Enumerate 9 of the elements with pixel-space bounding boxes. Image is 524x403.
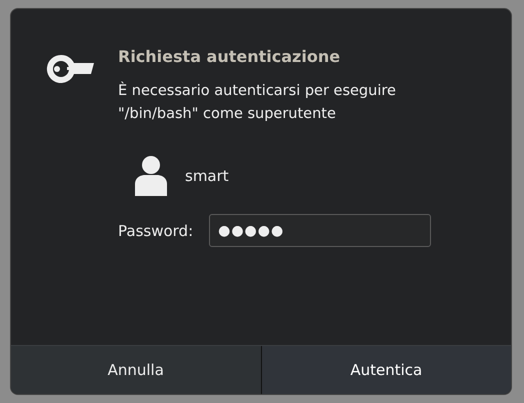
cancel-button[interactable]: Annulla (11, 346, 260, 394)
key-icon (45, 53, 95, 85)
password-label: Password: (118, 222, 194, 240)
dialog-message: È necessario autenticarsi per eseguire "/bin/bash" come superutente (118, 80, 397, 124)
user-icon (135, 156, 167, 196)
dialog-title: Richiesta autenticazione (118, 47, 342, 66)
password-field[interactable]: ●●●●● (209, 214, 432, 247)
user-name: smart (185, 167, 229, 185)
authenticate-button[interactable]: Autentica (260, 346, 511, 394)
